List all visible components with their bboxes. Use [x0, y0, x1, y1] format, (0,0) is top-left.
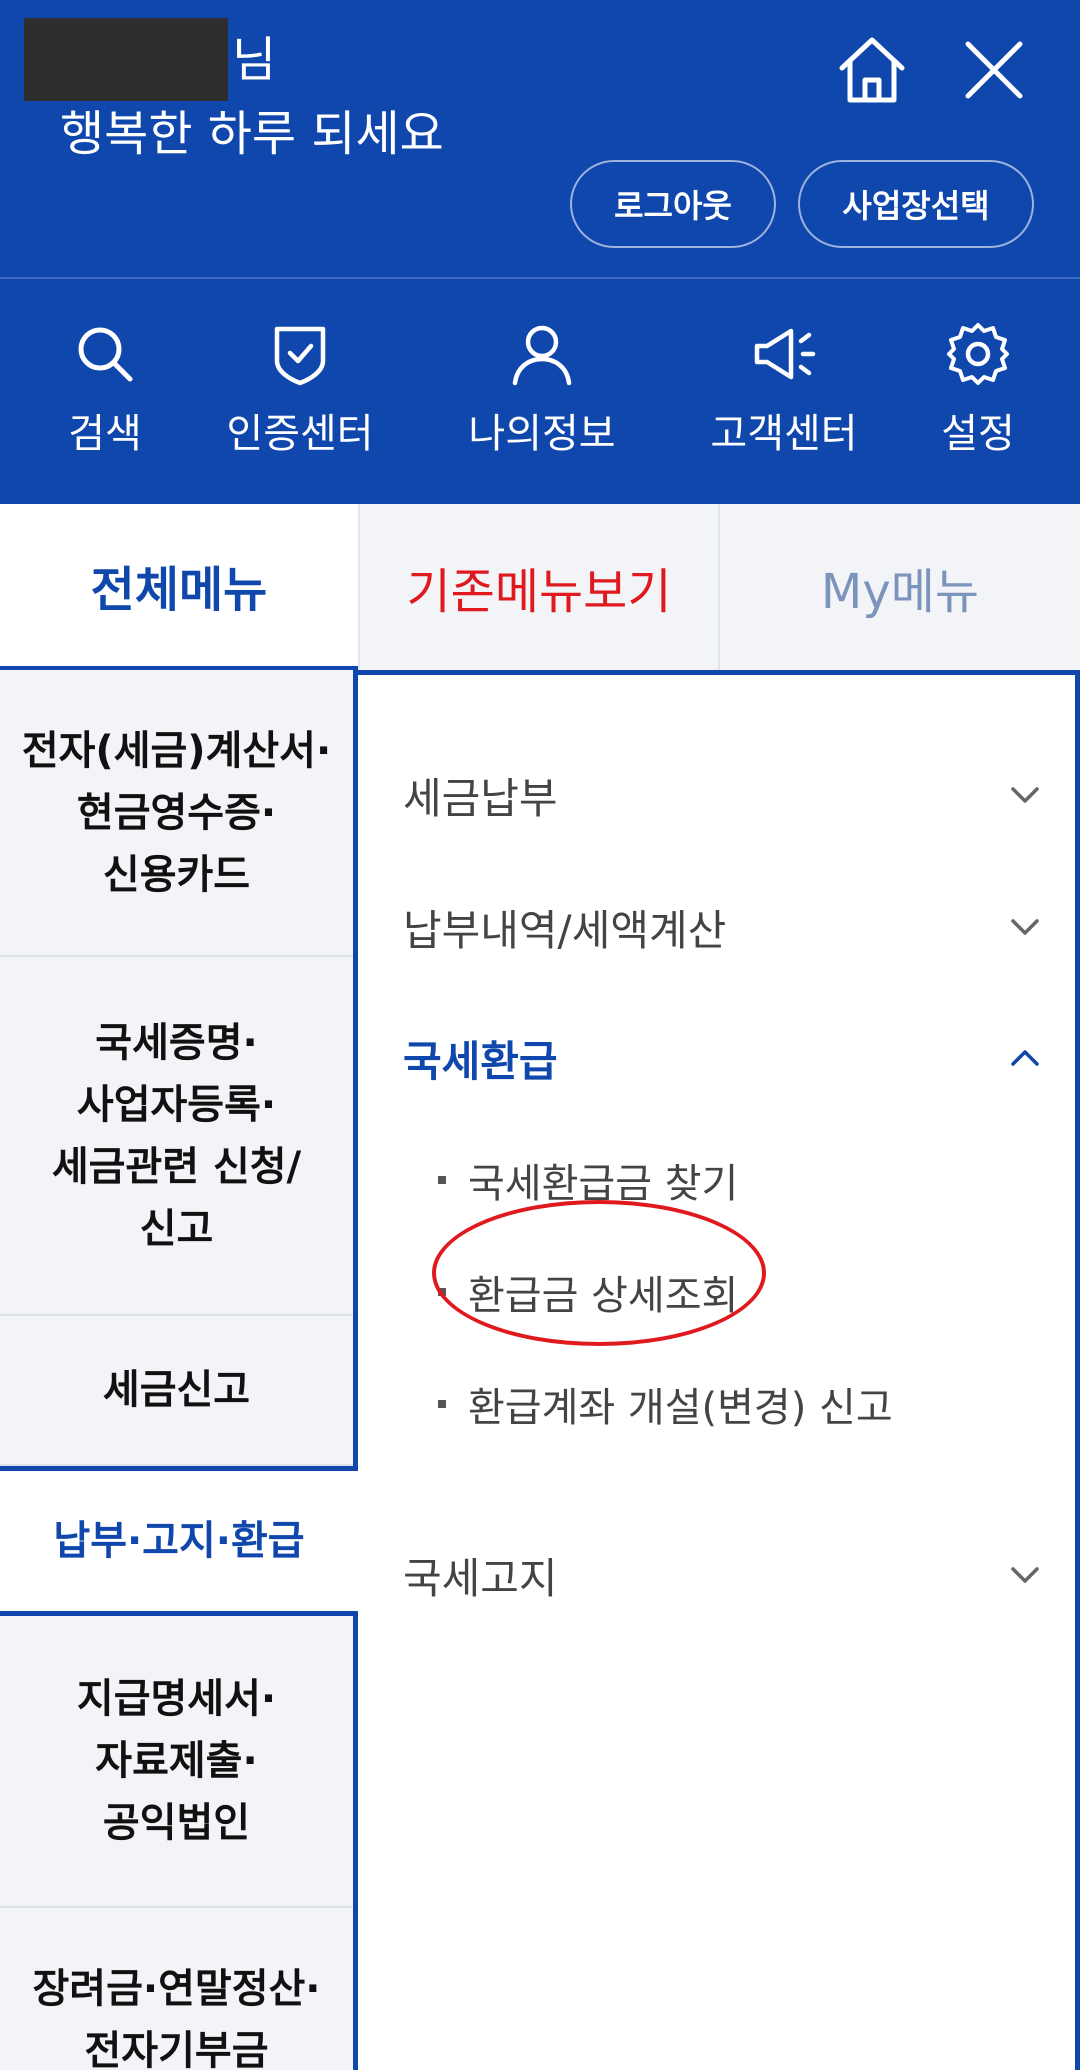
quick-menu: 검색 인증센터 나의정보 고객센터 설정: [0, 279, 1080, 504]
menu-tax-payment[interactable]: 세금납부: [403, 755, 1043, 835]
quick-auth-center-label: 인증센터: [226, 411, 374, 457]
quick-customer-center-label: 고객센터: [710, 411, 858, 457]
megaphone-icon: [754, 328, 816, 380]
category-label: 장려금·연말정산· 전자기부금: [32, 1966, 321, 2070]
category-label: 전자(세금)계산서· 현금영수증· 신용카드: [21, 727, 332, 898]
home-button[interactable]: [832, 30, 912, 110]
menu-tax-notice[interactable]: 국세고지: [403, 1535, 1043, 1615]
submenu-label: 국세환급금 찾기: [468, 1161, 739, 1207]
menu-label: 세금납부: [403, 773, 558, 823]
category-incentives[interactable]: 장려금·연말정산· 전자기부금: [0, 1908, 353, 2070]
category-certificates[interactable]: 국세증명· 사업자등록· 세금관련 신청/ 신고: [0, 957, 353, 1316]
menu-payment-history[interactable]: 납부내역/세액계산: [403, 887, 1043, 967]
gear-icon: [947, 323, 1009, 385]
header: 님 행복한 하루 되세요 로그아웃 사업장선택: [0, 0, 1080, 278]
business-select-button[interactable]: 사업장선택: [798, 160, 1034, 248]
tab-all-menu[interactable]: 전체메뉴: [0, 504, 358, 670]
category-label: 납부·고지·환급: [53, 1518, 305, 1564]
close-icon: [965, 41, 1023, 99]
submenu-label: 환급계좌 개설(변경) 신고: [468, 1385, 893, 1431]
bullet: [438, 1288, 446, 1296]
submenu-refund-detail[interactable]: 환급금 상세조회: [438, 1257, 738, 1327]
home-icon: [839, 37, 905, 103]
chevron-down-icon: [1011, 787, 1039, 803]
submenu-panel: 세금납부 납부내역/세액계산 국세환급 국세환급금 찾기 환급금 상세조회 환급…: [358, 670, 1080, 2070]
category-label: 세금신고: [102, 1367, 251, 1413]
quick-search[interactable]: 검색: [60, 319, 150, 459]
category-payment-refund[interactable]: 납부·고지·환급: [0, 1466, 358, 1616]
chevron-down-icon: [1011, 919, 1039, 935]
menu-label: 납부내역/세액계산: [403, 905, 727, 955]
app-root: 님 행복한 하루 되세요 로그아웃 사업장선택 검색 인증센터 나의정보 고객센…: [0, 0, 1080, 2070]
logout-button[interactable]: 로그아웃: [570, 160, 776, 248]
name-suffix: 님: [232, 32, 277, 88]
menu-tabs: 전체메뉴 기존메뉴보기 My메뉴: [0, 504, 1080, 670]
search-icon: [78, 327, 133, 382]
category-list: 전자(세금)계산서· 현금영수증· 신용카드 국세증명· 사업자등록· 세금관련…: [0, 670, 358, 2070]
submenu-refund-account[interactable]: 환급계좌 개설(변경) 신고: [438, 1369, 893, 1439]
quick-settings[interactable]: 설정: [930, 319, 1026, 459]
category-statements[interactable]: 지급명세서· 자료제출· 공익법인: [0, 1616, 353, 1908]
menu-label: 국세고지: [403, 1553, 558, 1603]
tab-my-menu[interactable]: My메뉴: [720, 504, 1080, 670]
greeting-text: 행복한 하루 되세요: [60, 106, 444, 162]
shield-check-icon: [274, 326, 326, 386]
quick-search-label: 검색: [68, 411, 142, 457]
bullet: [438, 1400, 446, 1408]
category-tax-filing[interactable]: 세금신고: [0, 1316, 353, 1466]
bullet: [438, 1176, 446, 1184]
quick-auth-center[interactable]: 인증센터: [220, 319, 380, 459]
tab-legacy-menu[interactable]: 기존메뉴보기: [358, 504, 720, 670]
category-label: 지급명세서· 자료제출· 공익법인: [76, 1676, 277, 1846]
menu-label: 국세환급: [403, 1036, 558, 1086]
close-button[interactable]: [954, 30, 1034, 110]
quick-settings-label: 설정: [941, 411, 1015, 457]
submenu-label: 환급금 상세조회: [468, 1273, 739, 1319]
category-e-invoice[interactable]: 전자(세금)계산서· 현금영수증· 신용카드: [0, 670, 353, 957]
redacted-username: [24, 18, 228, 101]
quick-my-info[interactable]: 나의정보: [462, 319, 622, 459]
person-icon: [512, 325, 572, 386]
category-label: 국세증명· 사업자등록· 세금관련 신청/ 신고: [51, 1019, 302, 1252]
menu-national-tax-refund[interactable]: 국세환급: [403, 1018, 1043, 1098]
submenu-find-refund[interactable]: 국세환급금 찾기: [438, 1145, 738, 1215]
quick-my-info-label: 나의정보: [468, 411, 616, 457]
quick-customer-center[interactable]: 고객센터: [704, 319, 864, 459]
chevron-up-icon: [1011, 1050, 1039, 1066]
chevron-down-icon: [1011, 1567, 1039, 1583]
